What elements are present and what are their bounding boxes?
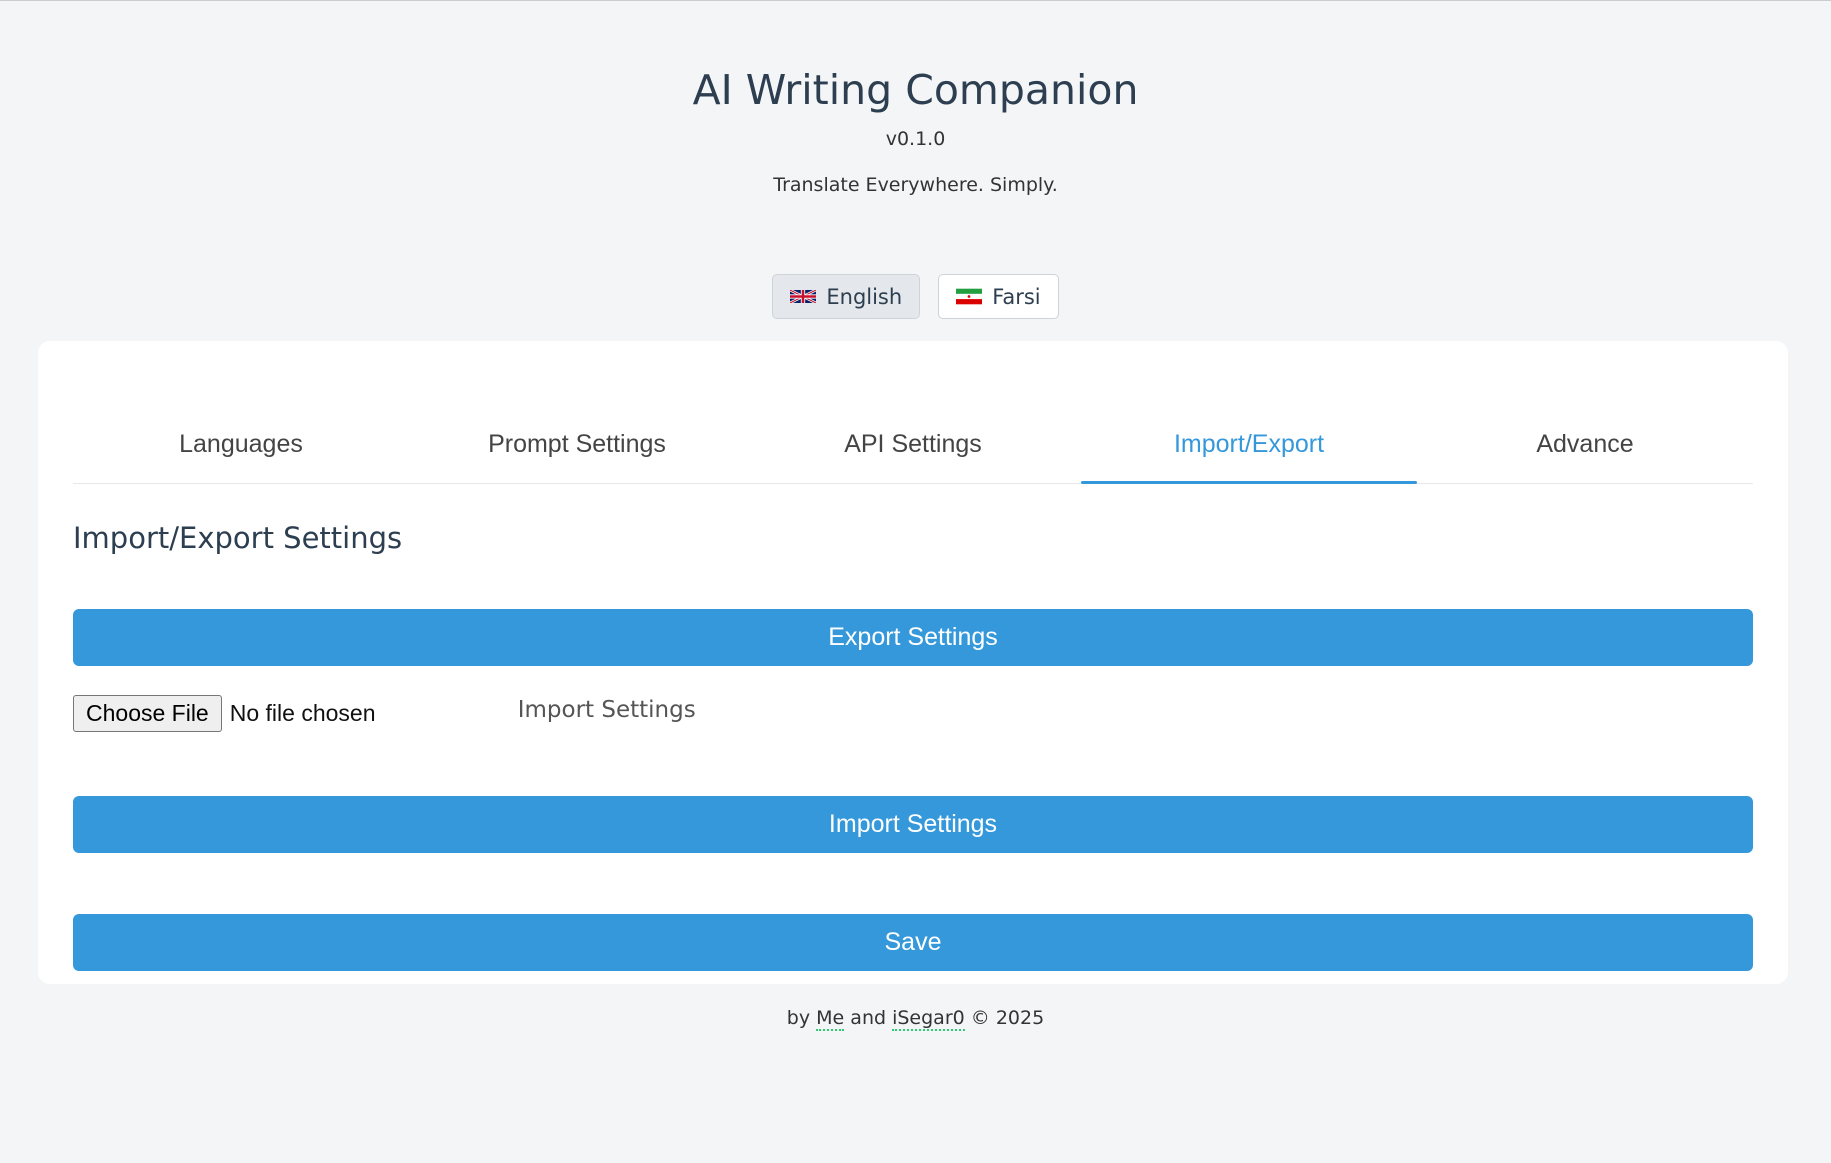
language-switcher: English Farsi	[0, 274, 1831, 319]
settings-tabs: Languages Prompt Settings API Settings I…	[73, 425, 1753, 484]
import-settings-label: Import Settings	[517, 697, 696, 723]
language-english-button[interactable]: English	[772, 274, 921, 319]
file-status-text: No file chosen	[229, 699, 376, 726]
language-farsi-label: Farsi	[992, 284, 1041, 309]
export-settings-button[interactable]: Export Settings	[73, 609, 1753, 666]
tab-import-export[interactable]: Import/Export	[1081, 425, 1417, 484]
app-header: AI Writing Companion v0.1.0 Translate Ev…	[0, 1, 1831, 197]
footer-link-me[interactable]: Me	[816, 1007, 845, 1031]
app-tagline: Translate Everywhere. Simply.	[773, 174, 1058, 196]
footer-copyright: © 2025	[970, 1007, 1045, 1029]
tab-advance[interactable]: Advance	[1417, 425, 1753, 483]
footer-conjunction: and	[850, 1007, 887, 1029]
tab-languages[interactable]: Languages	[73, 425, 409, 483]
language-farsi-button[interactable]: Farsi	[938, 274, 1059, 319]
uk-flag-icon	[790, 290, 817, 303]
tab-api-settings[interactable]: API Settings	[745, 425, 1081, 483]
language-english-label: English	[826, 284, 903, 309]
app-version: v0.1.0	[885, 128, 946, 150]
file-import-row: Choose File No file chosen Import Settin…	[73, 693, 1753, 733]
settings-card: Languages Prompt Settings API Settings I…	[38, 341, 1788, 984]
section-title: Import/Export Settings	[73, 521, 403, 555]
iran-flag-icon	[956, 288, 983, 305]
choose-file-button[interactable]: Choose File	[73, 694, 222, 732]
tab-prompt-settings[interactable]: Prompt Settings	[409, 425, 745, 483]
import-settings-button[interactable]: Import Settings	[73, 796, 1753, 853]
app-title: AI Writing Companion	[692, 66, 1139, 114]
footer-link-isegar0[interactable]: iSegar0	[892, 1007, 965, 1031]
footer-prefix: by	[786, 1007, 811, 1029]
footer: by Me and iSegar0 © 2025	[0, 1005, 1831, 1031]
save-button[interactable]: Save	[73, 914, 1753, 971]
